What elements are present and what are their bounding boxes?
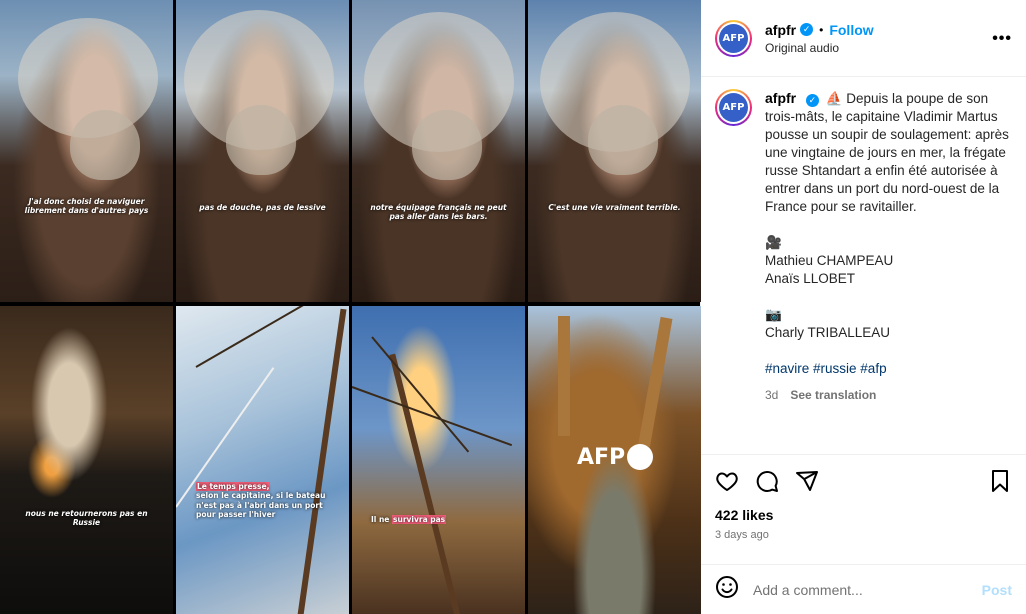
media-tile-1: J'ai donc choisi de naviguer librement d…	[0, 0, 173, 302]
more-options-icon[interactable]: •••	[992, 30, 1012, 48]
beard-shape	[226, 105, 296, 175]
beard-shape	[588, 105, 658, 175]
media-tile-2: pas de douche, pas de lessive	[176, 0, 349, 302]
post-view: J'ai donc choisi de naviguer librement d…	[0, 0, 1026, 614]
post-side-panel: AFP afpfr ✓ • Follow Original audio ••• …	[700, 0, 1026, 614]
audio-link[interactable]: Original audio	[765, 41, 874, 55]
afp-watermark-dot	[627, 444, 654, 470]
video-caption: C'est une vie vraiment terrible.	[548, 203, 681, 212]
beard-shape	[70, 110, 140, 180]
caption-username-link[interactable]: afpfr	[765, 90, 796, 106]
media-tile-6: Le temps presse, selon le capitaine, si …	[176, 306, 349, 614]
credit-line: Charly TRIBALLEAU	[765, 325, 891, 340]
wheel-spoke	[558, 316, 570, 436]
verified-badge-icon: ✓	[805, 93, 819, 107]
caption-body: Depuis la poupe de son trois-mâts, le ca…	[765, 91, 1009, 214]
sailboat-emoji: ⛵	[825, 91, 843, 106]
mast-shape	[296, 308, 347, 614]
credit-line: Mathieu CHAMPEAU	[765, 253, 894, 268]
post-media[interactable]: J'ai donc choisi de naviguer librement d…	[0, 0, 701, 614]
video-credits: 🎥 Mathieu CHAMPEAU Anaïs LLOBET	[765, 234, 1012, 288]
afp-watermark-text: AFP	[577, 444, 626, 470]
caption-highlight: survivra pas	[392, 515, 447, 524]
photo-credits: 📷 Charly TRIBALLEAU	[765, 306, 1012, 342]
video-caption: notre équipage français ne peut pas alle…	[370, 203, 507, 222]
caption-meta: 3d See translation	[765, 386, 1012, 404]
caption-text: Il ne	[371, 515, 390, 524]
post-age: 3d	[765, 388, 779, 402]
beard-shape	[412, 110, 482, 180]
caption-avatar[interactable]: AFP	[715, 89, 752, 126]
video-caption: nous ne retournerons pas en Russie	[25, 509, 148, 528]
post-comment-button[interactable]: Post	[982, 582, 1012, 598]
video-caption: J'ai donc choisi de naviguer librement d…	[24, 197, 149, 216]
wheel-spoke	[638, 316, 673, 448]
username-link[interactable]: afpfr	[765, 22, 796, 38]
comment-bar: Post	[701, 564, 1026, 614]
avatar-text: AFP	[719, 23, 748, 53]
credit-line: Anaïs LLOBET	[765, 271, 856, 286]
post-actions: 422 likes 3 days ago	[701, 454, 1026, 564]
see-translation-button[interactable]: See translation	[790, 386, 876, 404]
post-header: AFP afpfr ✓ • Follow Original audio •••	[701, 0, 1026, 77]
separator-dot: •	[819, 22, 824, 37]
caption-highlight: Le temps presse,	[196, 482, 271, 491]
post-date: 3 days ago	[715, 529, 769, 541]
comment-input[interactable]	[753, 581, 982, 598]
rope-shape	[352, 386, 513, 447]
photo-camera-icon: 📷	[765, 307, 782, 322]
caption-text: selon le capitaine, si le bateau n'est p…	[196, 491, 326, 520]
share-icon[interactable]	[795, 469, 819, 493]
emoji-icon[interactable]	[715, 575, 739, 604]
rope-shape	[195, 306, 336, 368]
caption-text-block: afpfr ✓ ⛵ Depuis la poupe de son trois-m…	[765, 89, 1012, 454]
caption-section: AFP afpfr ✓ ⛵ Depuis la poupe de son tro…	[701, 77, 1026, 454]
likes-count[interactable]: 422 likes	[715, 507, 1012, 523]
follow-button[interactable]: Follow	[829, 22, 873, 38]
comment-icon[interactable]	[755, 469, 779, 493]
video-caption: pas de douche, pas de lessive	[199, 203, 326, 212]
media-tile-7: Il ne survivra pas	[352, 306, 525, 614]
bookmark-icon[interactable]	[988, 469, 1012, 493]
avatar[interactable]: AFP	[715, 19, 752, 57]
camera-icon: 🎥	[765, 235, 782, 250]
video-caption: Il ne survivra pas	[371, 515, 525, 524]
hashtags-link[interactable]: #navire #russie #afp	[765, 360, 1012, 378]
header-text: afpfr ✓ • Follow Original audio	[765, 22, 874, 55]
mast-shape	[389, 353, 463, 614]
video-caption: Le temps presse, selon le capitaine, si …	[196, 482, 343, 520]
afp-watermark: AFP	[577, 444, 654, 470]
media-tile-5: nous ne retournerons pas en Russie	[0, 306, 173, 614]
rope-shape	[371, 336, 470, 453]
verified-badge-icon: ✓	[800, 23, 814, 36]
avatar-text: AFP	[719, 93, 748, 122]
media-tile-4: C'est une vie vraiment terrible.	[528, 0, 701, 302]
media-tile-3: notre équipage français ne peut pas alle…	[352, 0, 525, 302]
heart-icon[interactable]	[715, 469, 739, 493]
